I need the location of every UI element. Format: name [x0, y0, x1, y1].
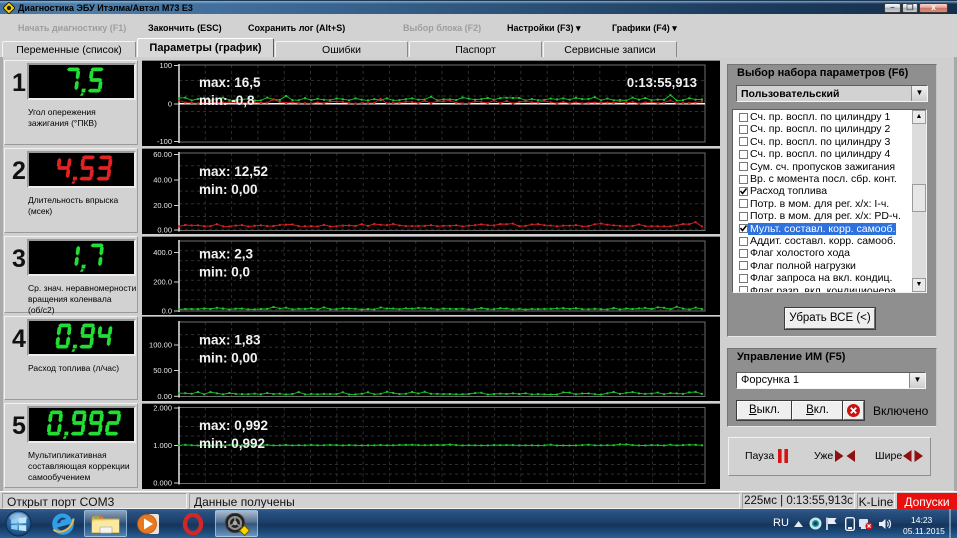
svg-text:max: 0,992: max: 0,992	[199, 418, 268, 433]
svg-text:100: 100	[159, 61, 172, 70]
svg-text:2.000: 2.000	[153, 404, 172, 413]
svg-text:max: 2,3: max: 2,3	[199, 247, 254, 262]
svg-text:min: 0,00: min: 0,00	[199, 351, 258, 366]
svg-text:0.000: 0.000	[153, 479, 172, 488]
svg-text:20.00: 20.00	[153, 201, 172, 210]
svg-text:min: 0,00: min: 0,00	[199, 182, 258, 197]
svg-text:0.0: 0.0	[162, 307, 172, 316]
svg-text:0.00: 0.00	[157, 392, 172, 401]
svg-text:0.00: 0.00	[157, 226, 172, 235]
svg-text:100.00: 100.00	[149, 341, 172, 350]
svg-text:200.0: 200.0	[153, 278, 172, 287]
svg-text:1.000: 1.000	[153, 441, 172, 450]
svg-text:min: 0,992: min: 0,992	[199, 436, 265, 451]
svg-text:60.00: 60.00	[153, 150, 172, 159]
svg-text:-100: -100	[157, 137, 172, 146]
svg-text:0: 0	[168, 100, 172, 109]
svg-text:40.00: 40.00	[153, 176, 172, 185]
svg-text:max: 12,52: max: 12,52	[199, 164, 268, 179]
svg-text:max: 1,83: max: 1,83	[199, 333, 261, 348]
svg-text:400.0: 400.0	[153, 248, 172, 257]
svg-text:min: 0,0: min: 0,0	[199, 265, 250, 280]
svg-text:min: -0,8: min: -0,8	[199, 93, 255, 108]
svg-text:max: 16,5: max: 16,5	[199, 75, 261, 90]
svg-text:0:13:55,913: 0:13:55,913	[627, 75, 697, 90]
svg-text:50.00: 50.00	[153, 366, 172, 375]
